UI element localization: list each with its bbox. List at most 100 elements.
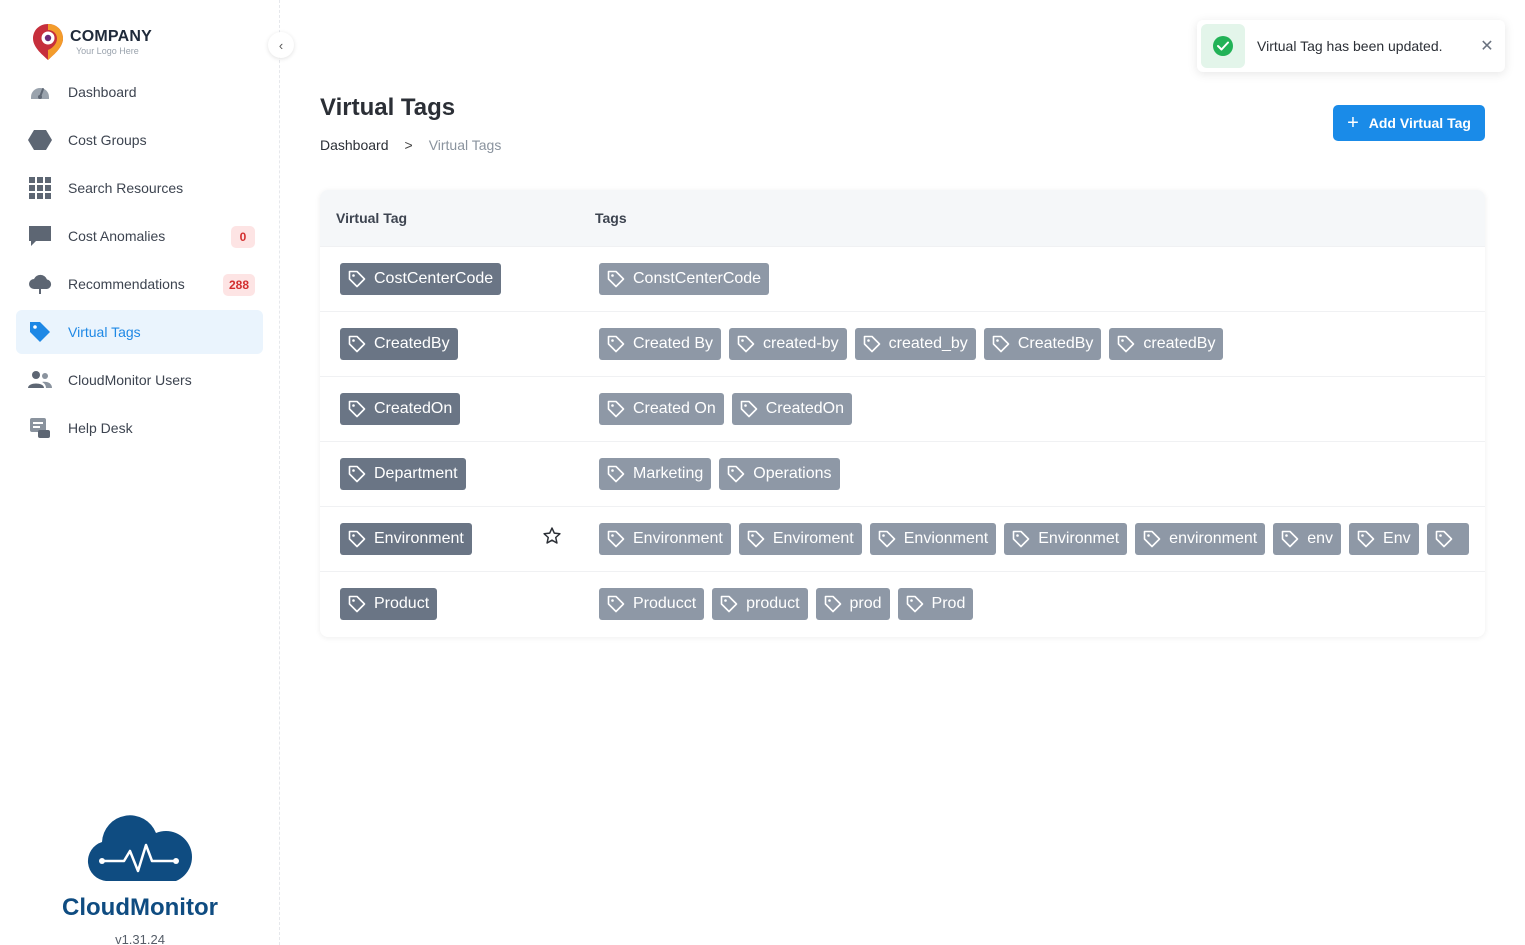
tag-label: created_by [888, 335, 968, 352]
tag-label: createdBy [1143, 335, 1216, 352]
cloudmonitor-brand: CloudMonitor v1.31.24 [0, 815, 280, 945]
tag-chip[interactable] [1426, 523, 1469, 555]
tag-chip[interactable]: ConstCenterCode [599, 263, 770, 295]
sidebar-item-help-desk[interactable]: Help Desk [16, 406, 263, 450]
tags-cell: Created On CreatedOn [599, 393, 860, 425]
tag-label: ConstCenterCode [633, 270, 762, 287]
grid-icon [28, 176, 52, 200]
tag-outline-icon [878, 530, 896, 548]
tag-chip[interactable]: Environmet [1004, 523, 1128, 555]
virtual-tag-label: Environment [374, 530, 464, 547]
tag-chip[interactable]: Operations [719, 458, 840, 490]
virtual-tag-chip[interactable]: CostCenterCode [340, 263, 502, 295]
tag-chip[interactable]: Prod [897, 588, 974, 620]
sidebar-item-dashboard[interactable]: Dashboard [16, 70, 263, 114]
close-icon: ✕ [1480, 38, 1494, 55]
plus-icon: + [1347, 112, 1359, 134]
chat-bubble-icon [28, 224, 52, 248]
tag-outline-icon [824, 595, 841, 613]
tag-label: Prod [931, 595, 966, 612]
tag-chip[interactable]: CreatedOn [731, 393, 852, 425]
breadcrumb: Dashboard > Virtual Tags [320, 137, 501, 153]
app-root: COMPANY Your Logo Here Dashboard Cost Gr… [0, 0, 1525, 945]
company-name: COMPANY [70, 27, 152, 45]
hexagon-icon [28, 128, 52, 152]
tag-outline-icon [720, 595, 738, 613]
tag-outline-icon [727, 465, 745, 483]
tag-chip[interactable]: Created On [599, 393, 724, 425]
table-row: Product Producct product prod Prod [320, 571, 1485, 636]
add-virtual-tag-button[interactable]: + Add Virtual Tag [1333, 105, 1485, 141]
tag-outline-icon [607, 400, 625, 418]
virtual-tag-cell: Department [340, 458, 474, 490]
virtual-tag-chip[interactable]: Environment [340, 523, 472, 555]
chevron-left-icon: ‹ [278, 37, 284, 53]
tag-chip[interactable]: Producct [599, 588, 705, 620]
sidebar-item-recommendations[interactable]: Recommendations 288 [16, 262, 263, 306]
table-row: Environment Environment Enviroment Envionme… [320, 506, 1485, 571]
tag-outline-icon [348, 335, 366, 353]
tag-chip[interactable]: environment [1135, 523, 1266, 555]
virtual-tag-cell: CreatedOn [340, 393, 468, 425]
virtual-tag-cell: Environment [340, 523, 480, 555]
sidebar-item-label: Help Desk [68, 420, 133, 436]
tags-cell: ConstCenterCode [599, 263, 777, 295]
sidebar-item-cloudmonitor-users[interactable]: CloudMonitor Users [16, 358, 263, 402]
toast-message: Virtual Tag has been updated. [1257, 38, 1443, 54]
tag-outline-icon [607, 595, 625, 613]
sidebar-nav: Dashboard Cost Groups Search Resources C… [16, 70, 263, 454]
virtual-tag-chip[interactable]: CreatedBy [340, 328, 458, 360]
tag-label: Producct [633, 595, 697, 612]
breadcrumb-dashboard-link[interactable]: Dashboard [320, 137, 389, 153]
toast-close-button[interactable]: ✕ [1473, 32, 1501, 60]
sidebar-item-label: CloudMonitor Users [68, 372, 192, 388]
tag-outline-icon [348, 530, 366, 548]
tag-outline-icon [906, 595, 923, 613]
gauge-icon [28, 80, 52, 104]
breadcrumb-separator: > [404, 137, 413, 153]
tag-chip[interactable]: Env [1349, 523, 1419, 555]
tag-outline-icon [607, 530, 625, 548]
tag-label: Environmet [1038, 530, 1120, 547]
tag-outline-icon [607, 465, 625, 483]
sidebar-item-cost-groups[interactable]: Cost Groups [16, 118, 263, 162]
tag-chip[interactable]: Created By [599, 328, 722, 360]
sidebar-item-cost-anomalies[interactable]: Cost Anomalies 0 [16, 214, 263, 258]
tags-cell: Marketing Operations [599, 458, 848, 490]
tag-chip[interactable]: Marketing [599, 458, 712, 490]
tag-chip[interactable]: CreatedBy [983, 328, 1102, 360]
tag-chip[interactable]: Envionment [869, 523, 997, 555]
tag-chip[interactable]: Environment [599, 523, 731, 555]
tag-chip[interactable]: prod [815, 588, 890, 620]
star-icon[interactable] [542, 526, 564, 548]
virtual-tag-label: CreatedOn [374, 400, 453, 417]
tag-label: Environment [633, 530, 723, 547]
tag-chip[interactable]: env [1273, 523, 1342, 555]
table-row: Department Marketing Operations [320, 441, 1485, 506]
sidebar-item-virtual-tags[interactable]: Virtual Tags [16, 310, 263, 354]
cloud-icon [28, 272, 52, 296]
virtual-tag-label: CostCenterCode [374, 270, 494, 287]
sidebar-collapse-button[interactable]: ‹ [268, 32, 294, 58]
column-header-virtual-tag: Virtual Tag [336, 210, 408, 226]
tag-outline-icon [992, 335, 1010, 353]
virtual-tags-table: Virtual Tag Tags CostCenterCode ConstCent… [320, 190, 1485, 637]
virtual-tag-chip[interactable]: CreatedOn [340, 393, 461, 425]
virtual-tag-chip[interactable]: Product [340, 588, 438, 620]
table-row: CreatedBy Created By created-by created_by C… [320, 311, 1485, 376]
tag-label: environment [1169, 530, 1258, 547]
tag-chip[interactable]: createdBy [1109, 328, 1224, 360]
cloud-heartbeat-logo-icon [87, 815, 192, 881]
virtual-tag-chip[interactable]: Department [340, 458, 466, 490]
table-row: CostCenterCode ConstCenterCode [320, 246, 1485, 311]
tag-chip[interactable]: product [712, 588, 808, 620]
tag-outline-icon [607, 270, 625, 288]
tag-label: CreatedOn [765, 400, 844, 417]
tag-chip[interactable]: created-by [729, 328, 847, 360]
sidebar-item-label: Cost Groups [68, 132, 147, 148]
tag-label: product [746, 595, 800, 612]
company-logo[interactable]: COMPANY Your Logo Here [30, 22, 152, 62]
sidebar-item-search-resources[interactable]: Search Resources [16, 166, 263, 210]
tag-chip[interactable]: Enviroment [738, 523, 862, 555]
tag-chip[interactable]: created_by [854, 328, 976, 360]
